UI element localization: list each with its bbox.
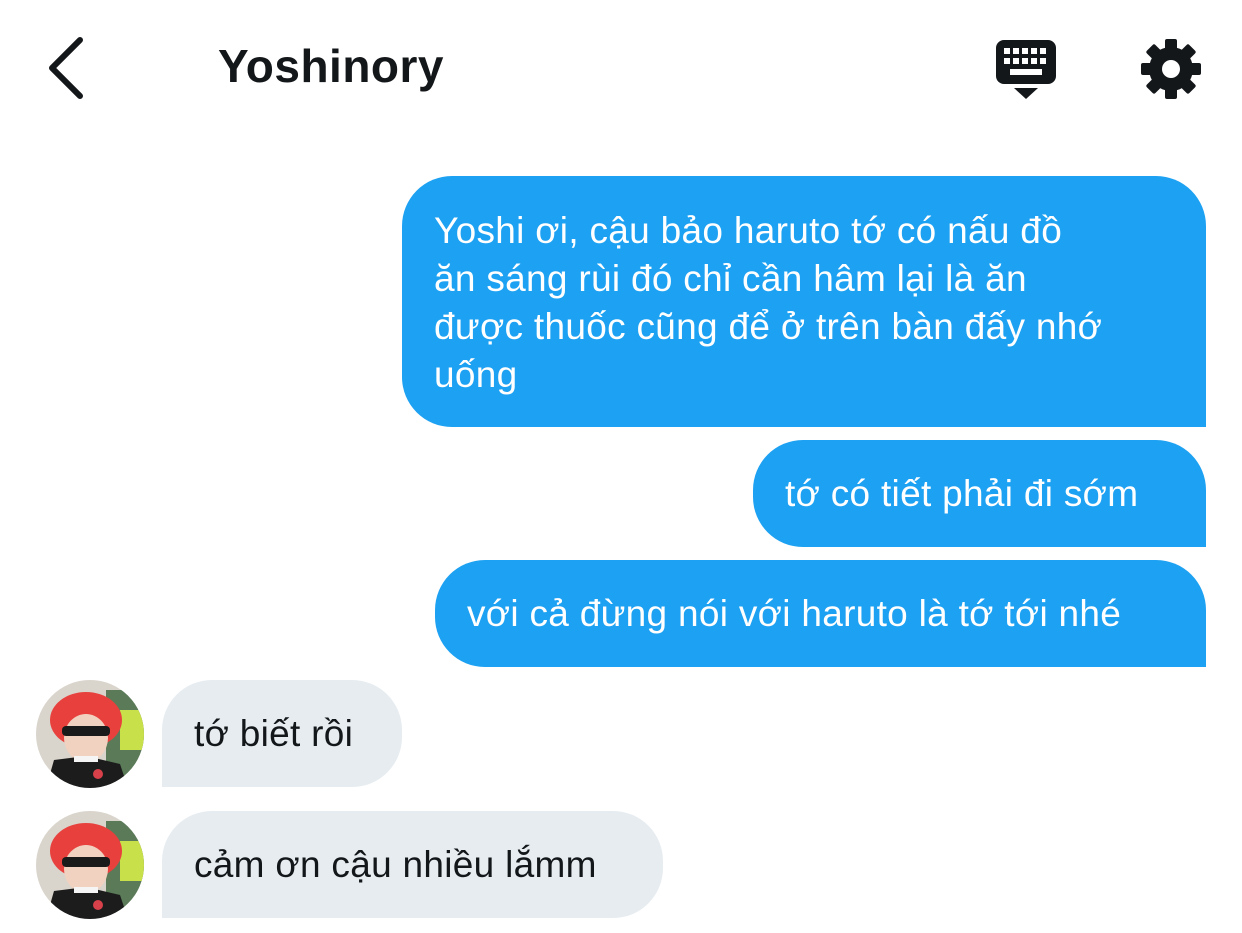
message-line: được thuốc cũng để ở trên bàn đấy nhớ — [434, 306, 1103, 347]
incoming-message-bubble[interactable]: tớ biết rồi — [162, 680, 402, 787]
message-line: uống — [434, 354, 518, 395]
avatar-photo — [36, 811, 144, 919]
message-line: ăn sáng rùi đó chỉ cần hâm lại là ăn — [434, 258, 1027, 299]
message-thread: Yoshi ơi, cậu bảo haruto tớ có nấu đồ ăn… — [0, 0, 1242, 933]
message-text: với cả đừng nói với haruto là tớ tới nhé — [467, 593, 1122, 634]
message-text: tớ biết rồi — [194, 713, 354, 754]
avatar-photo — [36, 680, 144, 788]
outgoing-message-bubble[interactable]: với cả đừng nói với haruto là tớ tới nhé — [435, 560, 1206, 667]
contact-avatar[interactable] — [36, 680, 144, 788]
incoming-message-bubble[interactable]: cảm ơn cậu nhiều lắmm — [162, 811, 663, 918]
message-line: Yoshi ơi, cậu bảo haruto tớ có nấu đồ — [434, 210, 1063, 251]
contact-avatar[interactable] — [36, 811, 144, 919]
outgoing-message-bubble[interactable]: tớ có tiết phải đi sớm — [753, 440, 1206, 547]
message-text: cảm ơn cậu nhiều lắmm — [194, 844, 597, 885]
outgoing-message-bubble[interactable]: Yoshi ơi, cậu bảo haruto tớ có nấu đồ ăn… — [402, 176, 1206, 427]
message-text: tớ có tiết phải đi sớm — [785, 473, 1139, 514]
